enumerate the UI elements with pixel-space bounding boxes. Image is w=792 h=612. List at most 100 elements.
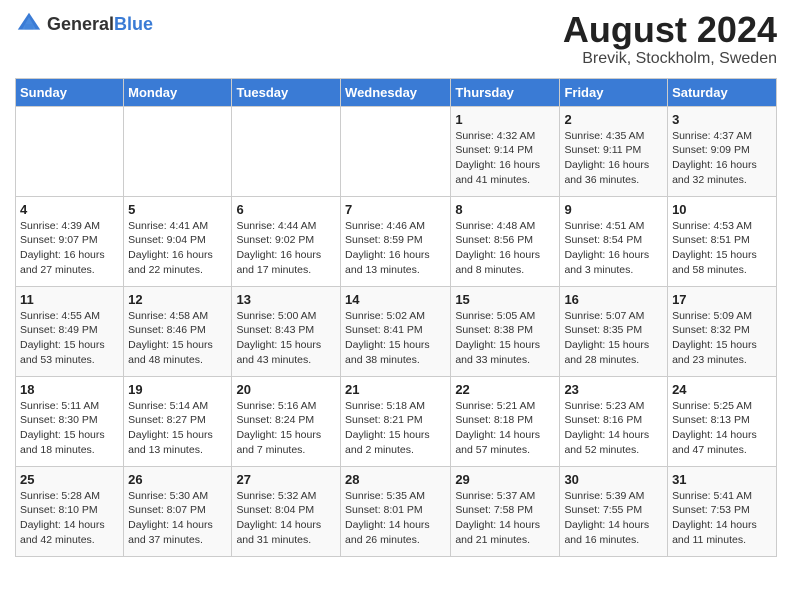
day-info: Sunrise: 5:37 AM Sunset: 7:58 PM Dayligh… — [455, 489, 555, 548]
table-row: 31 Sunrise: 5:41 AM Sunset: 7:53 PM Dayli… — [668, 466, 777, 556]
logo-text-general: General — [47, 14, 114, 34]
day-info: Sunrise: 5:14 AM Sunset: 8:27 PM Dayligh… — [128, 399, 227, 458]
day-info: Sunrise: 4:46 AM Sunset: 8:59 PM Dayligh… — [345, 219, 446, 278]
day-number: 4 — [20, 202, 119, 217]
table-row: 25 Sunrise: 5:28 AM Sunset: 8:10 PM Dayli… — [16, 466, 124, 556]
table-row — [124, 106, 232, 196]
table-row: 15 Sunrise: 5:05 AM Sunset: 8:38 PM Dayli… — [451, 286, 560, 376]
table-row: 5Sunrise: 4:41 AM Sunset: 9:04 PM Daylig… — [124, 196, 232, 286]
table-row: 19 Sunrise: 5:14 AM Sunset: 8:27 PM Dayli… — [124, 376, 232, 466]
day-info: Sunrise: 5:16 AM Sunset: 8:24 PM Dayligh… — [236, 399, 336, 458]
day-info: Sunrise: 5:32 AM Sunset: 8:04 PM Dayligh… — [236, 489, 336, 548]
day-number: 20 — [236, 382, 336, 397]
day-info: Sunrise: 5:21 AM Sunset: 8:18 PM Dayligh… — [455, 399, 555, 458]
table-row: 9 Sunrise: 4:51 AM Sunset: 8:54 PM Daylig… — [560, 196, 668, 286]
day-number: 17 — [672, 292, 772, 307]
table-row: 24Sunrise: 5:25 AM Sunset: 8:13 PM Dayli… — [668, 376, 777, 466]
day-info: Sunrise: 4:48 AM Sunset: 8:56 PM Dayligh… — [455, 219, 555, 278]
table-row: 10Sunrise: 4:53 AM Sunset: 8:51 PM Dayli… — [668, 196, 777, 286]
day-number: 31 — [672, 472, 772, 487]
day-info: Sunrise: 4:58 AM Sunset: 8:46 PM Dayligh… — [128, 309, 227, 368]
day-info: Sunrise: 5:28 AM Sunset: 8:10 PM Dayligh… — [20, 489, 119, 548]
day-number: 27 — [236, 472, 336, 487]
day-info: Sunrise: 5:05 AM Sunset: 8:38 PM Dayligh… — [455, 309, 555, 368]
day-number: 7 — [345, 202, 446, 217]
calendar-location: Brevik, Stockholm, Sweden — [563, 50, 777, 68]
table-row — [16, 106, 124, 196]
day-number: 23 — [564, 382, 663, 397]
day-info: Sunrise: 4:39 AM Sunset: 9:07 PM Dayligh… — [20, 219, 119, 278]
header-monday: Monday — [124, 78, 232, 106]
page-header: GeneralBlue August 2024 Brevik, Stockhol… — [15, 10, 777, 68]
table-row: 4 Sunrise: 4:39 AM Sunset: 9:07 PM Daylig… — [16, 196, 124, 286]
calendar-week-row: 11 Sunrise: 4:55 AM Sunset: 8:49 PM Dayli… — [16, 286, 777, 376]
table-row: 17 Sunrise: 5:09 AM Sunset: 8:32 PM Dayli… — [668, 286, 777, 376]
table-row: 29Sunrise: 5:37 AM Sunset: 7:58 PM Dayli… — [451, 466, 560, 556]
header-sunday: Sunday — [16, 78, 124, 106]
logo-text-blue: Blue — [114, 14, 153, 34]
table-row: 21 Sunrise: 5:18 AM Sunset: 8:21 PM Dayli… — [341, 376, 451, 466]
calendar-title: August 2024 — [563, 10, 777, 50]
table-row — [232, 106, 341, 196]
header-saturday: Saturday — [668, 78, 777, 106]
day-number: 16 — [564, 292, 663, 307]
calendar-table: Sunday Monday Tuesday Wednesday Thursday… — [15, 78, 777, 557]
day-number: 28 — [345, 472, 446, 487]
day-number: 21 — [345, 382, 446, 397]
day-number: 19 — [128, 382, 227, 397]
table-row — [341, 106, 451, 196]
table-row: 26Sunrise: 5:30 AM Sunset: 8:07 PM Dayli… — [124, 466, 232, 556]
day-info: Sunrise: 5:25 AM Sunset: 8:13 PM Dayligh… — [672, 399, 772, 458]
day-number: 12 — [128, 292, 227, 307]
days-header-row: Sunday Monday Tuesday Wednesday Thursday… — [16, 78, 777, 106]
day-info: Sunrise: 4:51 AM Sunset: 8:54 PM Dayligh… — [564, 219, 663, 278]
header-thursday: Thursday — [451, 78, 560, 106]
day-info: Sunrise: 4:44 AM Sunset: 9:02 PM Dayligh… — [236, 219, 336, 278]
day-number: 9 — [564, 202, 663, 217]
day-info: Sunrise: 5:35 AM Sunset: 8:01 PM Dayligh… — [345, 489, 446, 548]
day-number: 14 — [345, 292, 446, 307]
day-number: 25 — [20, 472, 119, 487]
table-row: 2 Sunrise: 4:35 AM Sunset: 9:11 PM Daylig… — [560, 106, 668, 196]
table-row: 3Sunrise: 4:37 AM Sunset: 9:09 PM Daylig… — [668, 106, 777, 196]
table-row: 11 Sunrise: 4:55 AM Sunset: 8:49 PM Dayli… — [16, 286, 124, 376]
day-info: Sunrise: 5:41 AM Sunset: 7:53 PM Dayligh… — [672, 489, 772, 548]
table-row: 30 Sunrise: 5:39 AM Sunset: 7:55 PM Dayli… — [560, 466, 668, 556]
day-info: Sunrise: 5:07 AM Sunset: 8:35 PM Dayligh… — [564, 309, 663, 368]
day-info: Sunrise: 4:37 AM Sunset: 9:09 PM Dayligh… — [672, 129, 772, 188]
day-info: Sunrise: 4:41 AM Sunset: 9:04 PM Dayligh… — [128, 219, 227, 278]
day-number: 6 — [236, 202, 336, 217]
header-friday: Friday — [560, 78, 668, 106]
table-row: 1Sunrise: 4:32 AM Sunset: 9:14 PM Daylig… — [451, 106, 560, 196]
table-row: 12 Sunrise: 4:58 AM Sunset: 8:46 PM Dayli… — [124, 286, 232, 376]
day-number: 2 — [564, 112, 663, 127]
day-number: 18 — [20, 382, 119, 397]
day-number: 8 — [455, 202, 555, 217]
calendar-week-row: 1Sunrise: 4:32 AM Sunset: 9:14 PM Daylig… — [16, 106, 777, 196]
day-number: 11 — [20, 292, 119, 307]
table-row: 13Sunrise: 5:00 AM Sunset: 8:43 PM Dayli… — [232, 286, 341, 376]
table-row: 18 Sunrise: 5:11 AM Sunset: 8:30 PM Dayli… — [16, 376, 124, 466]
day-info: Sunrise: 5:11 AM Sunset: 8:30 PM Dayligh… — [20, 399, 119, 458]
day-number: 30 — [564, 472, 663, 487]
day-info: Sunrise: 4:35 AM Sunset: 9:11 PM Dayligh… — [564, 129, 663, 188]
table-row: 7 Sunrise: 4:46 AM Sunset: 8:59 PM Daylig… — [341, 196, 451, 286]
header-wednesday: Wednesday — [341, 78, 451, 106]
day-info: Sunrise: 4:53 AM Sunset: 8:51 PM Dayligh… — [672, 219, 772, 278]
table-row: 14Sunrise: 5:02 AM Sunset: 8:41 PM Dayli… — [341, 286, 451, 376]
day-number: 15 — [455, 292, 555, 307]
table-row: 23Sunrise: 5:23 AM Sunset: 8:16 PM Dayli… — [560, 376, 668, 466]
day-number: 13 — [236, 292, 336, 307]
table-row: 20 Sunrise: 5:16 AM Sunset: 8:24 PM Dayli… — [232, 376, 341, 466]
calendar-week-row: 18 Sunrise: 5:11 AM Sunset: 8:30 PM Dayli… — [16, 376, 777, 466]
day-info: Sunrise: 5:18 AM Sunset: 8:21 PM Dayligh… — [345, 399, 446, 458]
day-info: Sunrise: 4:32 AM Sunset: 9:14 PM Dayligh… — [455, 129, 555, 188]
table-row: 6 Sunrise: 4:44 AM Sunset: 9:02 PM Daylig… — [232, 196, 341, 286]
day-number: 26 — [128, 472, 227, 487]
day-info: Sunrise: 5:09 AM Sunset: 8:32 PM Dayligh… — [672, 309, 772, 368]
header-tuesday: Tuesday — [232, 78, 341, 106]
title-block: August 2024 Brevik, Stockholm, Sweden — [563, 10, 777, 68]
day-info: Sunrise: 4:55 AM Sunset: 8:49 PM Dayligh… — [20, 309, 119, 368]
day-info: Sunrise: 5:39 AM Sunset: 7:55 PM Dayligh… — [564, 489, 663, 548]
table-row: 28 Sunrise: 5:35 AM Sunset: 8:01 PM Dayli… — [341, 466, 451, 556]
